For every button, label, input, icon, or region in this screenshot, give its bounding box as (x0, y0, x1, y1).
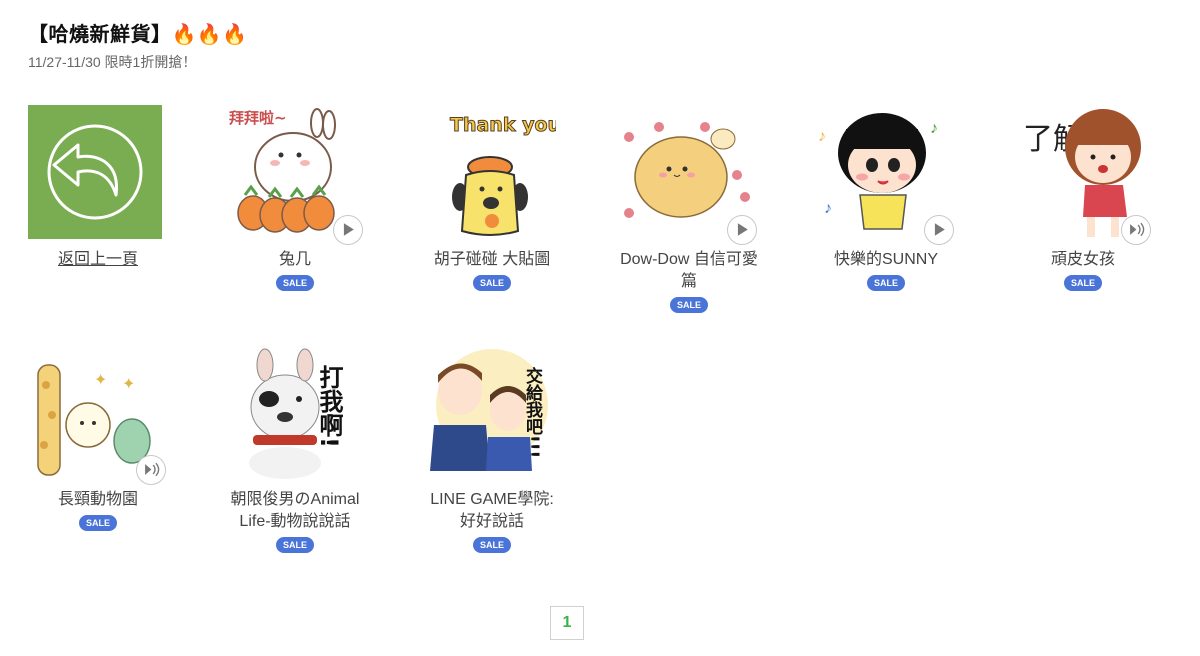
sound-icon[interactable] (1121, 215, 1151, 245)
svg-text:♪: ♪ (818, 128, 826, 145)
svg-text:Thank you!: Thank you! (450, 114, 556, 136)
play-icon[interactable] (924, 215, 954, 245)
sale-badge: SALE (472, 537, 511, 553)
sale-badge: SALE (275, 537, 314, 553)
sticker-name[interactable]: LINE GAME學院: 好好說話 (422, 489, 562, 533)
back-thumb[interactable] (28, 105, 162, 239)
sound-icon[interactable] (136, 455, 166, 485)
sale-badge: SALE (78, 515, 117, 531)
back-link[interactable]: 返回上一頁 (58, 251, 138, 268)
sticker-thumb[interactable]: ♪ ♪ ♪ (816, 105, 954, 245)
svg-text:♪: ♪ (824, 200, 832, 217)
page-subtitle: 11/27-11/30 限時1折開搶！ (28, 54, 197, 70)
sale-badge: SALE (669, 297, 708, 313)
sale-badge: SALE (1063, 275, 1102, 291)
svg-text:♪: ♪ (930, 120, 938, 137)
sticker-thumb[interactable]: 打我啊! (225, 345, 359, 479)
svg-text:拜拜啦~: 拜拜啦~ (229, 109, 287, 127)
svg-text:✦: ✦ (94, 372, 107, 389)
sticker-thumb[interactable] (619, 105, 757, 245)
sale-badge: SALE (275, 275, 314, 291)
svg-text:✦: ✦ (122, 376, 135, 393)
sticker-name[interactable]: 胡子碰碰 大貼圖 (392, 249, 592, 271)
page-title: 【哈燒新鮮貨】🔥🔥🔥 (28, 24, 248, 46)
sticker-thumb[interactable]: 交給我吧!!! (422, 345, 556, 479)
sticker-name[interactable]: 快樂的SUNNY (786, 249, 986, 271)
sticker-name[interactable]: 朝限俊男のAnimal Life-動物說說話 (225, 489, 365, 533)
play-icon[interactable] (333, 215, 363, 245)
pagination-page-1[interactable]: 1 (550, 606, 584, 640)
sticker-name[interactable]: 兔几 (195, 249, 395, 271)
dog-sticker-icon: Thank you! (450, 114, 556, 236)
sticker-name[interactable]: 長頸動物園 (0, 489, 198, 511)
page-header: 【哈燒新鮮貨】🔥🔥🔥 11/27-11/30 限時1折開搶！ (28, 18, 248, 72)
sticker-thumb[interactable]: ✦ ✦ (28, 345, 166, 485)
sticker-thumb[interactable]: Thank you! (422, 105, 556, 239)
sticker-name[interactable]: 頑皮女孩 (983, 249, 1183, 271)
sticker-thumb[interactable]: 了解 (1013, 105, 1151, 245)
sticker-name[interactable]: Dow-Dow 自信可愛篇 (619, 249, 759, 293)
sale-badge: SALE (866, 275, 905, 291)
dog-sticker-icon: 打我啊! (249, 348, 343, 479)
boys-sticker-icon: 交給我吧!!! (430, 349, 548, 471)
sticker-thumb[interactable]: 拜拜啦~ (225, 105, 363, 245)
back-arrow-icon (28, 105, 162, 239)
sale-badge: SALE (472, 275, 511, 291)
play-icon[interactable] (727, 215, 757, 245)
